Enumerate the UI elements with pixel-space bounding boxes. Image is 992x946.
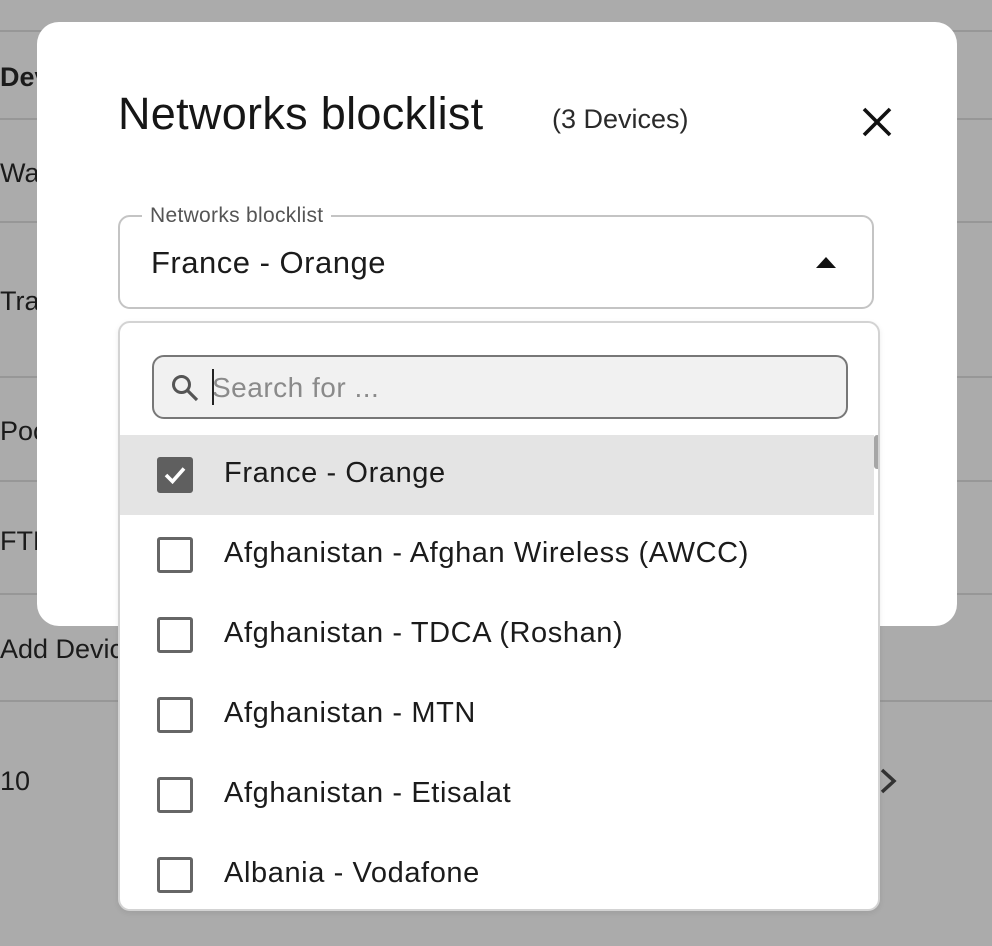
text-cursor bbox=[212, 369, 214, 405]
checkbox[interactable] bbox=[157, 857, 193, 893]
option-afghanistan-etisalat[interactable]: Afghanistan - Etisalat bbox=[120, 755, 874, 835]
search-icon bbox=[172, 375, 199, 402]
scrollbar-thumb[interactable] bbox=[874, 435, 878, 469]
option-label: Afghanistan - TDCA (Roshan) bbox=[224, 617, 624, 649]
checkbox[interactable] bbox=[157, 697, 193, 733]
checkmark-icon bbox=[164, 467, 186, 485]
option-afghanistan-awcc[interactable]: Afghanistan - Afghan Wireless (AWCC) bbox=[120, 515, 874, 595]
checkbox-checked[interactable] bbox=[157, 457, 193, 493]
pagination-rows-value[interactable]: 10 bbox=[0, 766, 30, 797]
options-list: France - Orange Afghanistan - Afghan Wir… bbox=[120, 435, 874, 909]
networks-blocklist-select[interactable]: Networks blocklist France - Orange bbox=[118, 204, 874, 309]
checkbox[interactable] bbox=[157, 537, 193, 573]
option-albania-vodafone[interactable]: Albania - Vodafone bbox=[120, 835, 874, 909]
option-afghanistan-mtn[interactable]: Afghanistan - MTN bbox=[120, 675, 874, 755]
dialog-title: Networks blocklist bbox=[118, 88, 484, 139]
select-label: Networks blocklist bbox=[142, 204, 332, 228]
option-label: Afghanistan - MTN bbox=[224, 697, 476, 729]
device-count: (3 Devices) bbox=[552, 104, 689, 134]
close-button[interactable] bbox=[857, 102, 897, 142]
search-box[interactable] bbox=[152, 355, 848, 419]
option-label: Afghanistan - Etisalat bbox=[224, 777, 512, 809]
checkbox[interactable] bbox=[157, 617, 193, 653]
option-label: Albania - Vodafone bbox=[224, 857, 480, 889]
select-value: France - Orange bbox=[151, 245, 386, 280]
search-input[interactable] bbox=[210, 365, 834, 411]
checkbox[interactable] bbox=[157, 777, 193, 813]
option-label: France - Orange bbox=[224, 457, 446, 489]
close-icon bbox=[862, 107, 892, 137]
option-label: Afghanistan - Afghan Wireless (AWCC) bbox=[224, 537, 749, 569]
option-france-orange[interactable]: France - Orange bbox=[120, 435, 874, 515]
add-device-button[interactable]: Add Devic bbox=[0, 634, 123, 665]
arrow-up-icon bbox=[816, 257, 836, 268]
networks-dropdown-menu: France - Orange Afghanistan - Afghan Wir… bbox=[118, 321, 880, 911]
option-afghanistan-roshan[interactable]: Afghanistan - TDCA (Roshan) bbox=[120, 595, 874, 675]
